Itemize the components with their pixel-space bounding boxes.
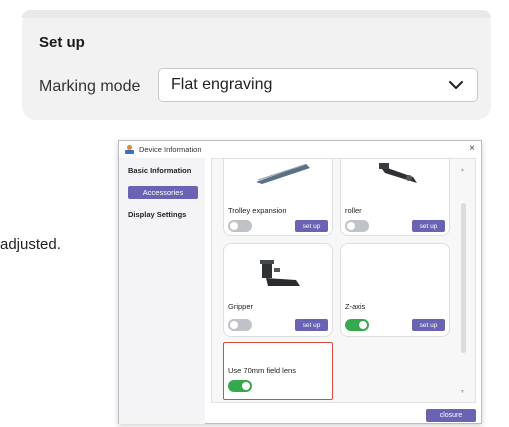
accessory-toggle[interactable] (228, 220, 252, 232)
accessory-toggle[interactable] (228, 319, 252, 331)
accessory-card-z-axis: Z-axis set up (340, 243, 450, 337)
accessory-name: Trolley expansion (228, 206, 287, 215)
dialog-title: Device Information (139, 145, 202, 154)
accessory-toggle[interactable] (345, 319, 369, 331)
sidebar: Basic Information Accessories Display Se… (119, 158, 205, 424)
device-app-icon (125, 145, 134, 154)
accessory-card-gripper: Gripper set up (223, 243, 333, 337)
accessory-name: Use 70mm field lens (228, 366, 296, 375)
setup-button[interactable]: set up (295, 319, 328, 331)
accessory-name: Gripper (228, 302, 254, 311)
titlebar: Device Information × (119, 141, 481, 158)
z-axis-icon (381, 258, 411, 286)
device-information-dialog: Device Information × Basic Information A… (118, 140, 482, 424)
toggle-knob (242, 382, 250, 390)
field-lens-toggle[interactable] (228, 380, 252, 392)
gripper-icon (260, 260, 300, 286)
setup-title: Set up (39, 34, 85, 51)
scrollbar[interactable]: ▲ ▼ (459, 167, 468, 397)
toggle-knob (347, 222, 355, 230)
chevron-down-icon (449, 81, 463, 89)
scroll-down-icon[interactable]: ▼ (460, 389, 465, 395)
accessory-name: Z-axis (345, 302, 366, 311)
accessory-name: roller (345, 206, 362, 215)
roller-icon (379, 163, 417, 183)
panel-top-strip (22, 10, 491, 18)
accessory-card-roller: roller set up (340, 158, 450, 236)
setup-button[interactable]: set up (412, 220, 445, 232)
setup-panel: Set up Marking mode Flat engraving (22, 10, 491, 120)
toggle-knob (359, 321, 367, 329)
marking-mode-select[interactable]: Flat engraving (158, 68, 478, 102)
accessories-panel: Trolley expansion set up roller set up G… (211, 158, 476, 403)
sidebar-item-accessories[interactable]: Accessories (128, 186, 198, 199)
sidebar-item-basic-information[interactable]: Basic Information (128, 164, 198, 177)
close-icon[interactable]: × (469, 143, 475, 154)
accessory-card-field-lens: Use 70mm field lens (223, 342, 333, 400)
accessory-toggle[interactable] (345, 220, 369, 232)
toggle-knob (230, 222, 238, 230)
background-text: adjusted. (0, 236, 61, 253)
setup-button[interactable]: set up (295, 220, 328, 232)
trolley-icon (256, 164, 310, 184)
scroll-up-icon[interactable]: ▲ (460, 167, 465, 173)
closure-button[interactable]: closure (426, 409, 476, 422)
accessory-card-trolley: Trolley expansion set up (223, 158, 333, 236)
scrollbar-thumb[interactable] (461, 203, 466, 353)
toggle-knob (230, 321, 238, 329)
setup-button[interactable]: set up (412, 319, 445, 331)
sidebar-item-display-settings[interactable]: Display Settings (128, 208, 198, 221)
marking-mode-label: Marking mode (39, 78, 141, 95)
marking-mode-value: Flat engraving (171, 76, 273, 93)
